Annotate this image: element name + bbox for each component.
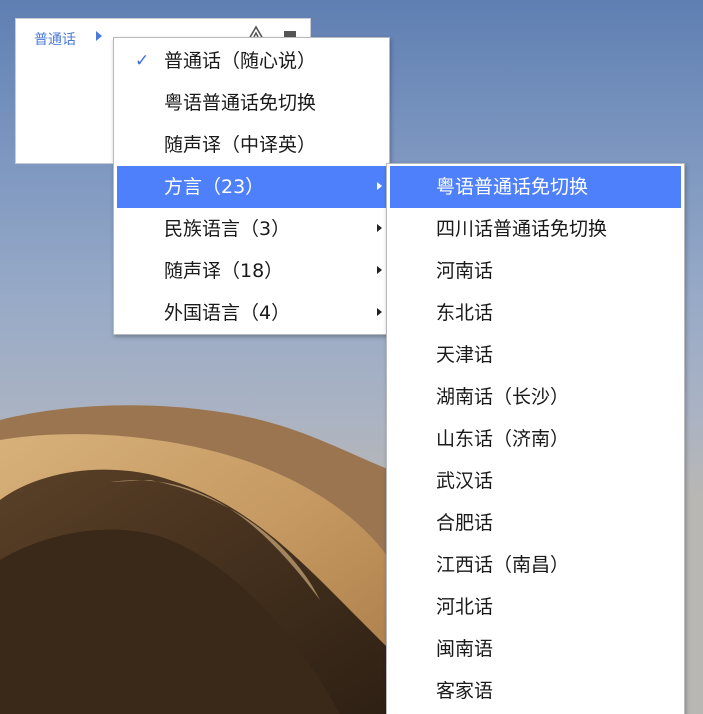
submenu-item-hunan[interactable]: 湖南话（长沙） xyxy=(390,376,681,418)
submenu-item-label: 江西话（南昌） xyxy=(436,554,570,576)
menu-item-translate-languages[interactable]: 随声译（18） xyxy=(117,250,386,292)
submenu-item-dongbei[interactable]: 东北话 xyxy=(390,292,681,334)
submenu-item-cantonese-auto[interactable]: 粤语普通话免切换 xyxy=(390,166,681,208)
submenu-item-label: 客家语 xyxy=(436,680,494,702)
menu-item-label: 随声译（中译英） xyxy=(164,134,317,156)
submenu-item-hebei[interactable]: 河北话 xyxy=(390,586,681,628)
submenu-item-label: 天津话 xyxy=(436,344,494,366)
menu-item-label: 普通话（随心说） xyxy=(164,50,317,72)
menu-item-label: 粤语普通话免切换 xyxy=(164,92,317,114)
submenu-item-jiangxi[interactable]: 江西话（南昌） xyxy=(390,544,681,586)
menu-item-label: 方言（23） xyxy=(164,176,265,198)
submenu-item-label: 东北话 xyxy=(436,302,494,324)
submenu-item-label: 河北话 xyxy=(436,596,494,618)
submenu-arrow-icon xyxy=(377,182,382,190)
submenu-arrow-icon xyxy=(377,224,382,232)
menu-item-label: 民族语言（3） xyxy=(164,218,291,240)
submenu-item-label: 湖南话（长沙） xyxy=(436,386,570,408)
submenu-item-label: 四川话普通话免切换 xyxy=(436,218,608,240)
menu-item-foreign-languages[interactable]: 外国语言（4） xyxy=(117,292,386,334)
desktop-background: 普通话 ✓ 普通话（随心说） 粤语普通话免切换 随声译（中译英） 方言（23） … xyxy=(0,0,703,714)
language-menu: ✓ 普通话（随心说） 粤语普通话免切换 随声译（中译英） 方言（23） 民族语言… xyxy=(113,37,390,335)
submenu-item-minnan[interactable]: 闽南语 xyxy=(390,628,681,670)
check-icon: ✓ xyxy=(135,51,150,71)
submenu-item-tianjin[interactable]: 天津话 xyxy=(390,334,681,376)
menu-item-translate-cn-en[interactable]: 随声译（中译英） xyxy=(117,124,386,166)
submenu-item-label: 山东话（济南） xyxy=(436,428,570,450)
submenu-arrow-icon xyxy=(377,266,382,274)
submenu-arrow-icon xyxy=(377,308,382,316)
submenu-item-hakka[interactable]: 客家语 xyxy=(390,670,681,712)
menu-item-putonghua[interactable]: ✓ 普通话（随心说） xyxy=(117,40,386,82)
submenu-item-henan[interactable]: 河南话 xyxy=(390,250,681,292)
submenu-item-sichuan[interactable]: 四川话普通话免切换 xyxy=(390,208,681,250)
submenu-item-label: 闽南语 xyxy=(436,638,494,660)
submenu-item-label: 合肥话 xyxy=(436,512,494,534)
submenu-item-label: 武汉话 xyxy=(436,470,494,492)
dialect-submenu: 粤语普通话免切换 四川话普通话免切换 河南话 东北话 天津话 湖南话（长沙） 山… xyxy=(386,163,685,714)
submenu-item-shandong[interactable]: 山东话（济南） xyxy=(390,418,681,460)
language-selector-label[interactable]: 普通话 xyxy=(34,29,76,49)
menu-item-dialects[interactable]: 方言（23） xyxy=(117,166,386,208)
submenu-item-label: 粤语普通话免切换 xyxy=(436,176,589,198)
submenu-item-wuhan[interactable]: 武汉话 xyxy=(390,460,681,502)
menu-item-label: 外国语言（4） xyxy=(164,302,291,324)
submenu-item-hefei[interactable]: 合肥话 xyxy=(390,502,681,544)
triangle-right-icon[interactable] xyxy=(96,31,102,41)
submenu-item-label: 河南话 xyxy=(436,260,494,282)
menu-item-ethnic-languages[interactable]: 民族语言（3） xyxy=(117,208,386,250)
menu-item-label: 随声译（18） xyxy=(164,260,284,282)
menu-item-cantonese-auto[interactable]: 粤语普通话免切换 xyxy=(117,82,386,124)
